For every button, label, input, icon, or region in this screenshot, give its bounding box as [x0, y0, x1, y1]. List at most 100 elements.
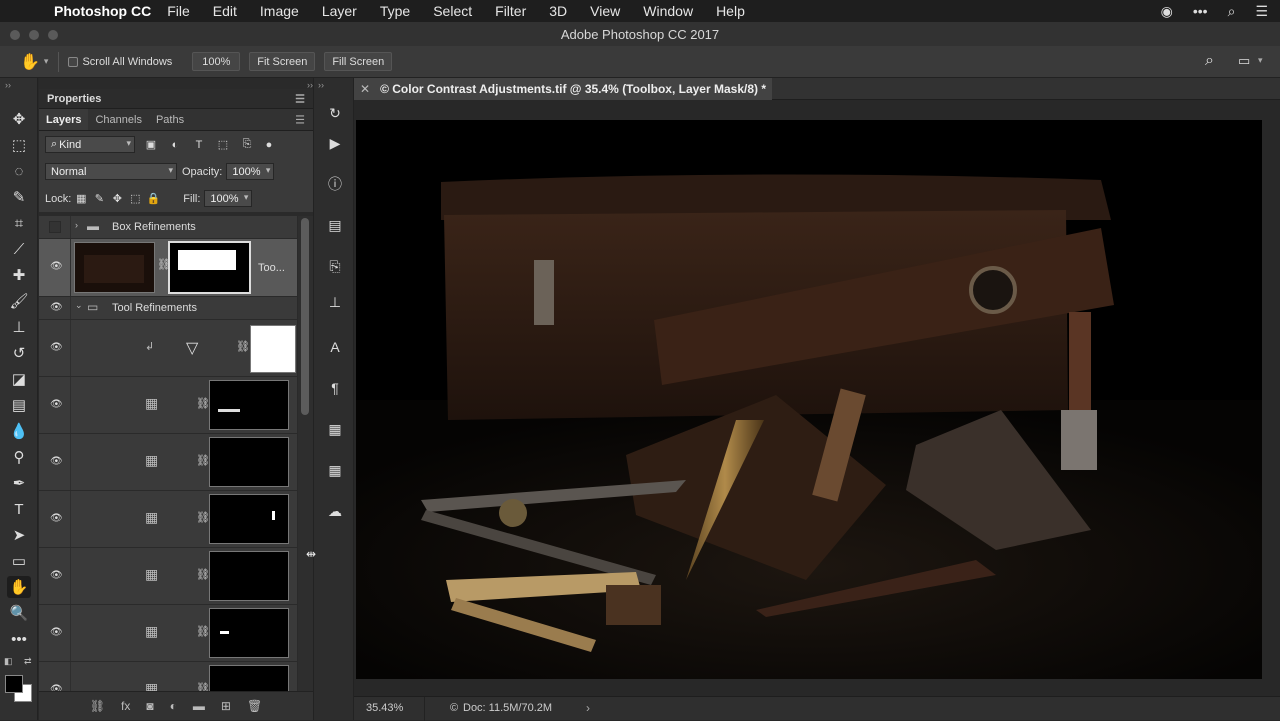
lock-artboard-icon[interactable]: ⬚ — [127, 192, 143, 205]
add-mask-icon[interactable]: ◙ — [146, 699, 153, 713]
curves-adjustment-icon[interactable]: ▦ — [145, 623, 158, 640]
history-panel-icon[interactable]: ↻ — [324, 102, 346, 124]
link-icon[interactable]: ⛓ — [196, 568, 210, 581]
filter-shape-icon[interactable]: ⬚ — [215, 138, 231, 151]
panel-menu-icon[interactable]: ☰ — [295, 92, 305, 105]
layer-mask-thumbnail[interactable] — [250, 325, 296, 373]
hand-tool-preset-icon[interactable]: ✋ — [20, 52, 40, 72]
layer-curves[interactable]: 👁 ▦ ⛓ — [39, 605, 297, 662]
zoom-level[interactable]: 35.43% — [366, 702, 403, 714]
layer-mask-thumbnail[interactable] — [209, 608, 289, 658]
close-icon[interactable]: ✕ — [360, 82, 370, 96]
eye-icon[interactable]: 👁 — [50, 627, 63, 639]
libraries-panel-icon[interactable]: ☁ — [324, 500, 346, 522]
blend-mode-select[interactable]: Normal ▾ — [45, 163, 177, 180]
properties-panel-header[interactable]: Properties ☰ — [39, 89, 313, 109]
zoom-window-button[interactable] — [48, 30, 58, 40]
layers-scrollbar[interactable] — [298, 216, 313, 691]
menu-view[interactable]: View — [590, 3, 620, 19]
opacity-field[interactable]: 100% ▾ — [226, 163, 275, 180]
path-selection-tool-icon[interactable]: ➤ — [7, 524, 31, 546]
chevron-down-icon[interactable]: ▾ — [1258, 55, 1263, 66]
eye-icon[interactable]: 👁 — [50, 513, 63, 525]
collapse-icon[interactable]: ›› — [5, 80, 11, 90]
eye-icon[interactable]: 👁 — [50, 302, 63, 314]
clone-stamp-tool-icon[interactable]: ⊥ — [7, 316, 31, 338]
lock-all-icon[interactable]: 🔒 — [145, 192, 161, 205]
more-tools-icon[interactable]: ••• — [7, 628, 31, 650]
layer-toolbox[interactable]: 👁 ⛓ Too... — [39, 239, 297, 297]
workspace-icon[interactable]: ▭ — [1238, 53, 1250, 69]
pen-tool-icon[interactable]: ✒ — [7, 472, 31, 494]
glyphs-panel-icon[interactable]: ▦ — [324, 418, 346, 440]
filter-type-icon[interactable]: T — [191, 139, 207, 151]
history-brush-tool-icon[interactable]: ↺ — [7, 342, 31, 364]
scrollbar-thumb[interactable] — [301, 218, 309, 415]
menu-3d[interactable]: 3D — [549, 3, 567, 19]
filter-smart-object-icon[interactable]: ⎘ — [239, 138, 255, 151]
curves-adjustment-icon[interactable]: ▦ — [145, 452, 158, 469]
eraser-tool-icon[interactable]: ◪ — [7, 368, 31, 390]
menu-edit[interactable]: Edit — [213, 3, 237, 19]
clone-source-panel-icon[interactable]: ⎘ — [324, 255, 346, 277]
curves-adjustment-icon[interactable]: ▦ — [145, 680, 158, 691]
blur-tool-icon[interactable]: 💧 — [7, 420, 31, 442]
tab-channels[interactable]: Channels — [88, 109, 148, 130]
layer-curves[interactable]: 👁 ▦ ⛓ — [39, 548, 297, 605]
link-icon[interactable]: ⛓ — [196, 454, 210, 467]
rectangle-tool-icon[interactable]: ▭ — [7, 550, 31, 572]
menu-window[interactable]: Window — [643, 3, 693, 19]
new-layer-icon[interactable]: ⊞ — [221, 699, 231, 713]
layer-group-box-refinements[interactable]: › ▬ Box Refinements — [39, 216, 297, 239]
notes-panel-icon[interactable]: ▤ — [324, 214, 346, 236]
layer-curves[interactable]: 👁 ▦ ⛓ — [39, 434, 297, 491]
foreground-color-swatch[interactable] — [5, 675, 23, 693]
chevron-down-icon[interactable]: ⌄ — [75, 300, 83, 311]
minimize-window-button[interactable] — [29, 30, 39, 40]
curves-adjustment-icon[interactable]: ▦ — [145, 566, 158, 583]
layer-mask-thumbnail[interactable] — [209, 551, 289, 601]
curves-adjustment-icon[interactable]: ▦ — [145, 509, 158, 526]
filter-kind-select[interactable]: ⌕ Kind ▾ — [45, 136, 135, 153]
type-tool-icon[interactable]: T — [7, 498, 31, 520]
eye-icon[interactable]: 👁 — [50, 684, 63, 691]
link-icon[interactable]: ⛓ — [196, 625, 210, 638]
lock-transparent-icon[interactable]: ▦ — [73, 192, 89, 205]
more-icon[interactable]: ••• — [1193, 3, 1208, 19]
curves-adjustment-icon[interactable]: ▦ — [145, 395, 158, 412]
chevron-down-icon[interactable]: ▾ — [44, 56, 49, 67]
eye-icon[interactable]: 👁 — [50, 261, 63, 273]
tool-presets-panel-icon[interactable]: ⊥ — [324, 291, 346, 313]
new-adjustment-layer-icon[interactable]: ◐ — [170, 699, 177, 713]
chevron-right-icon[interactable]: › — [75, 220, 78, 230]
swatches-panel-icon[interactable]: ▦ — [324, 459, 346, 481]
marquee-tool-icon[interactable]: ⬚ — [7, 134, 31, 156]
layer-curves[interactable]: 👁 ▦ ⛓ — [39, 491, 297, 548]
crop-tool-icon[interactable]: ⌗ — [7, 212, 31, 234]
healing-brush-tool-icon[interactable]: ✚ — [7, 264, 31, 286]
dodge-tool-icon[interactable]: ⚲ — [7, 446, 31, 468]
layer-mask-thumbnail[interactable] — [209, 437, 289, 487]
layers-list[interactable]: › ▬ Box Refinements 👁 ⛓ Too... 👁 ⌄ ▭ Too… — [39, 216, 297, 691]
character-panel-icon[interactable]: A — [324, 336, 346, 358]
creative-cloud-icon[interactable]: ◉ — [1161, 3, 1173, 20]
move-tool-icon[interactable]: ✥ — [7, 108, 31, 130]
filter-pixel-icon[interactable]: ▣ — [143, 138, 159, 151]
menu-help[interactable]: Help — [716, 3, 745, 19]
document-canvas[interactable] — [356, 120, 1262, 679]
layer-thumbnail[interactable] — [74, 242, 155, 293]
layer-mask-thumbnail[interactable] — [209, 380, 289, 430]
swap-colors-icon[interactable]: ⇄ — [24, 656, 32, 667]
app-menu[interactable]: Photoshop CC — [54, 3, 151, 19]
chevron-right-icon[interactable]: › — [586, 701, 590, 715]
document-tab[interactable]: ✕ © Color Contrast Adjustments.tif @ 35.… — [354, 78, 772, 100]
notification-center-icon[interactable]: ☰ — [1255, 3, 1268, 20]
scroll-all-windows-checkbox[interactable] — [68, 56, 79, 67]
eye-icon[interactable]: 👁 — [50, 456, 63, 468]
panel-menu-icon[interactable]: ☰ — [295, 113, 305, 126]
lock-image-icon[interactable]: ✎ — [91, 192, 107, 205]
delete-layer-icon[interactable]: 🗑 — [247, 699, 262, 713]
lock-position-icon[interactable]: ✥ — [109, 192, 125, 205]
zoom-tool-icon[interactable]: 🔍 — [7, 602, 31, 624]
eye-icon[interactable]: 👁 — [50, 399, 63, 411]
